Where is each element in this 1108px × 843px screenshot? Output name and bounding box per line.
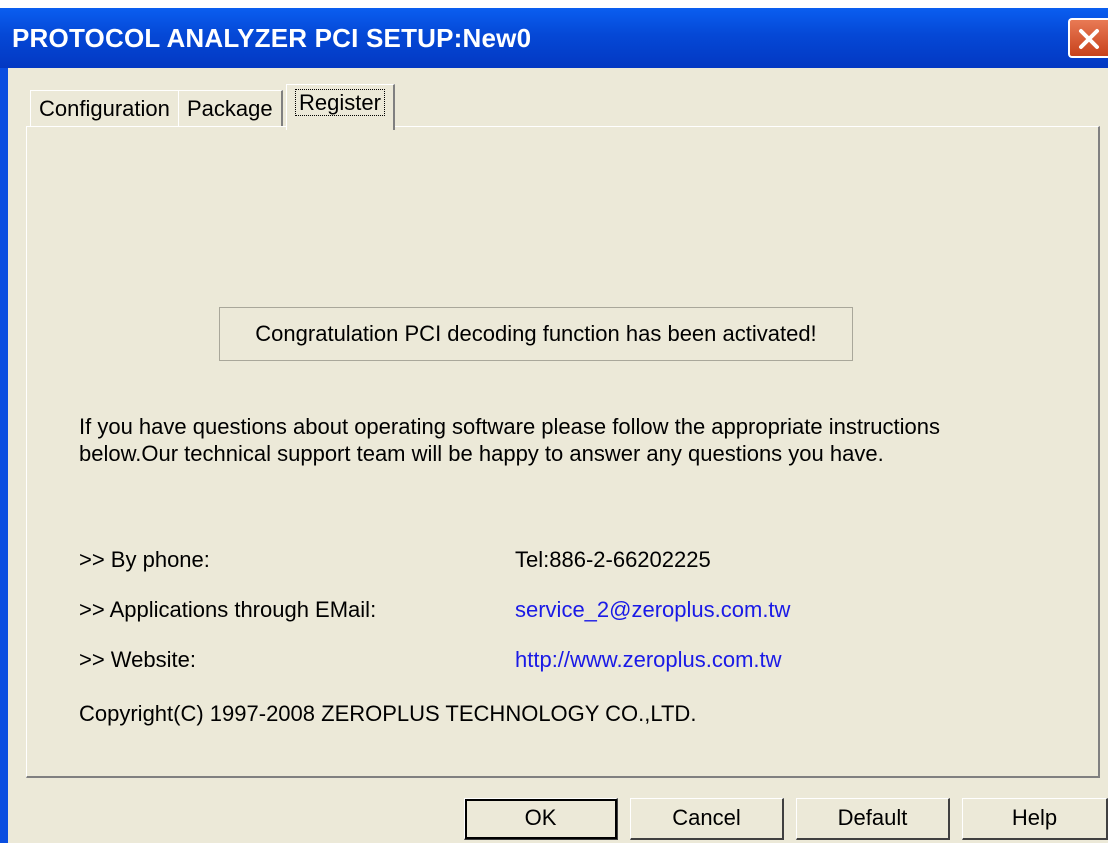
tab-register[interactable]: Register: [286, 84, 395, 130]
close-button[interactable]: [1068, 18, 1108, 58]
help-button[interactable]: Help: [962, 798, 1108, 840]
activation-message: Congratulation PCI decoding function has…: [219, 307, 853, 361]
dialog-window: PROTOCOL ANALYZER PCI SETUP:New0 Configu…: [0, 8, 1108, 843]
support-info-line-2: below.Our technical support team will be…: [79, 441, 884, 466]
tab-configuration[interactable]: Configuration: [30, 90, 180, 128]
tab-register-label: Register: [295, 89, 385, 116]
phone-label: >> By phone:: [79, 547, 210, 572]
email-label: >> Applications through EMail:: [79, 597, 377, 622]
close-icon: [1079, 29, 1099, 49]
website-label: >> Website:: [79, 647, 196, 672]
dialog-client-area: Configuration Package Register Congratul…: [8, 68, 1108, 843]
title-bar[interactable]: PROTOCOL ANALYZER PCI SETUP:New0: [0, 8, 1108, 68]
register-panel: Congratulation PCI decoding function has…: [26, 126, 1100, 778]
phone-value: Tel:886-2-66202225: [515, 547, 711, 572]
window-title: PROTOCOL ANALYZER PCI SETUP:New0: [12, 23, 532, 53]
copyright-text: Copyright(C) 1997-2008 ZEROPLUS TECHNOLO…: [79, 701, 697, 726]
support-info-text: If you have questions about operating so…: [79, 413, 1039, 467]
email-link[interactable]: service_2@zeroplus.com.tw: [515, 597, 790, 623]
tab-package-label: Package: [187, 96, 273, 121]
ok-button[interactable]: OK: [464, 798, 618, 840]
default-button[interactable]: Default: [796, 798, 950, 840]
tab-configuration-label: Configuration: [39, 96, 170, 121]
tab-package[interactable]: Package: [178, 90, 283, 128]
support-info-line-1: If you have questions about operating so…: [79, 414, 940, 439]
cancel-button[interactable]: Cancel: [630, 798, 784, 840]
website-link[interactable]: http://www.zeroplus.com.tw: [515, 647, 782, 673]
